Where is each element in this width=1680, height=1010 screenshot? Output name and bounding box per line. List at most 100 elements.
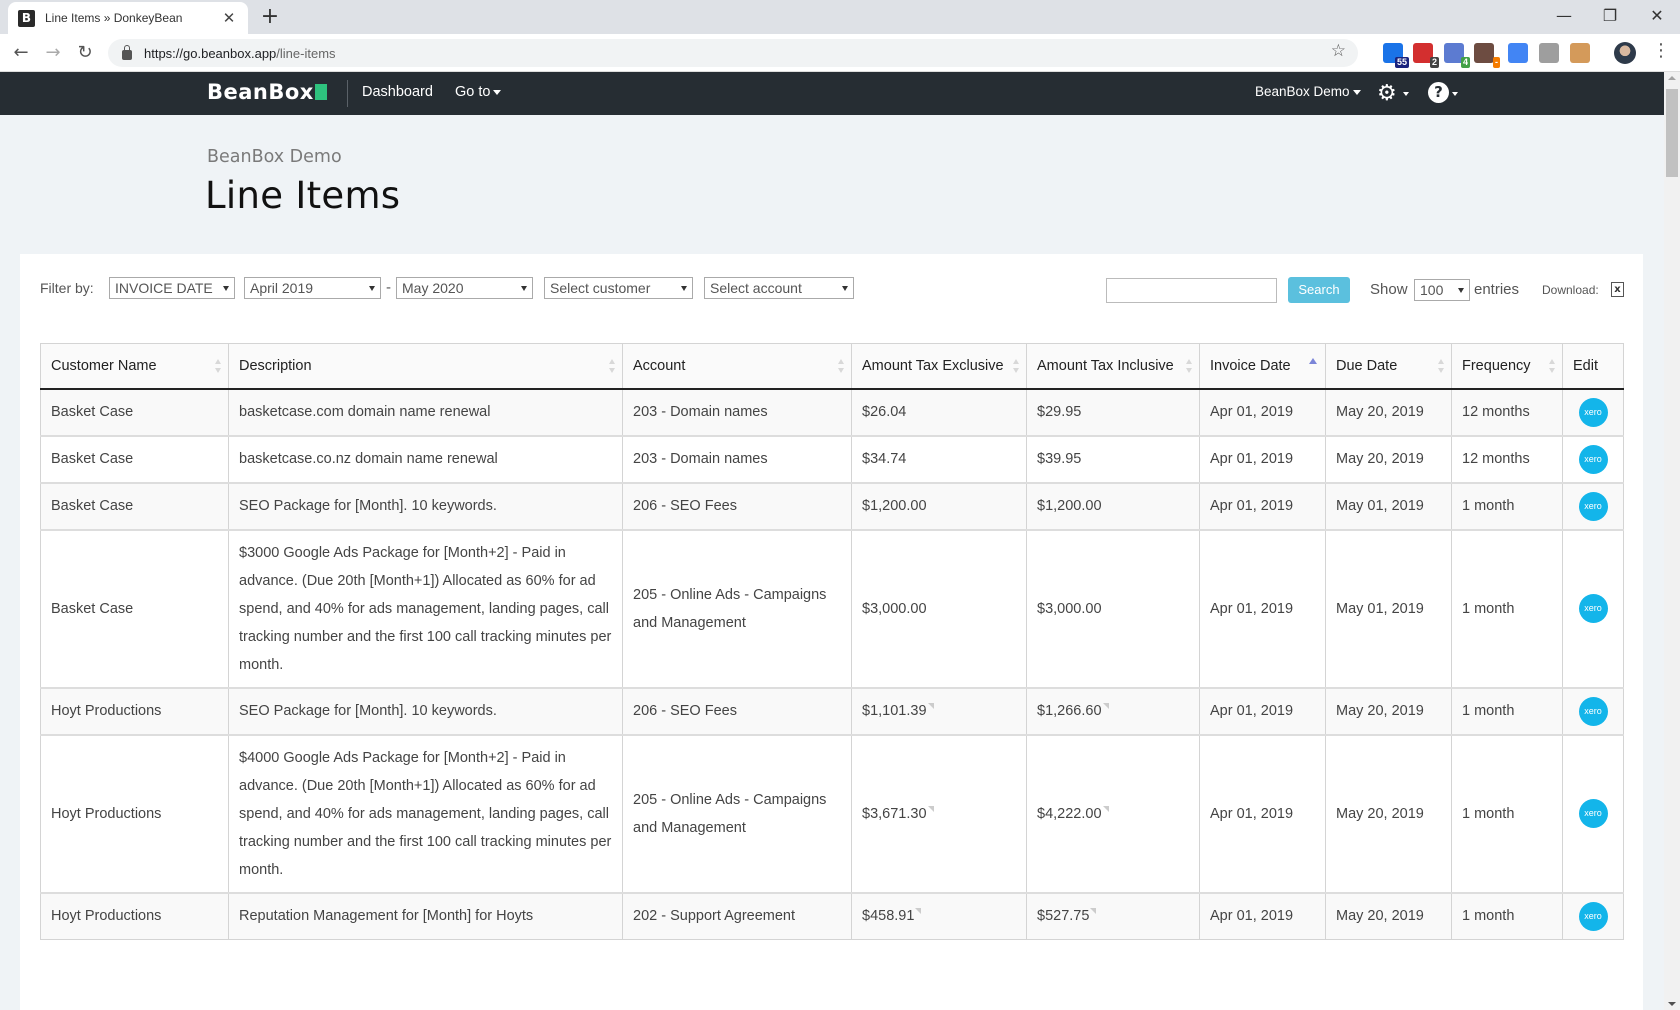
description-value: basketcase.co.nz domain name renewal xyxy=(239,451,498,467)
cell-due-date: May 20, 2019 xyxy=(1325,733,1452,893)
dropdown-arrow-icon xyxy=(1458,288,1464,293)
note-indicator-icon[interactable] xyxy=(1090,908,1097,914)
xero-edit-icon[interactable]: xero xyxy=(1578,696,1608,726)
cell-edit: xero xyxy=(1562,481,1624,530)
cell-description: SEO Package for [Month]. 10 keywords. xyxy=(228,481,623,530)
ext-2-icon[interactable]: 2 xyxy=(1413,43,1439,68)
tab-title: Line Items » DonkeyBean xyxy=(45,11,183,25)
xero-edit-icon[interactable]: xero xyxy=(1578,444,1608,474)
column-header-invoice-date[interactable]: Invoice Date xyxy=(1199,343,1326,390)
excel-file-icon[interactable]: x xyxy=(1611,282,1624,297)
nav-goto-dropdown[interactable]: Go to xyxy=(455,84,502,100)
address-bar[interactable]: https://go.beanbox.app/line-items ☆ xyxy=(108,39,1358,67)
search-button[interactable]: Search xyxy=(1288,277,1350,303)
lock-icon xyxy=(122,44,132,60)
browser-tab-bar: B Line Items » DonkeyBean ✕ + — ❐ ✕ xyxy=(0,0,1680,34)
note-indicator-icon[interactable] xyxy=(1102,703,1109,709)
close-tab-icon[interactable]: ✕ xyxy=(220,9,238,27)
scrollbar-thumb[interactable] xyxy=(1666,89,1678,177)
customer-value: Hoyt Productions xyxy=(51,908,162,924)
column-header-account[interactable]: Account xyxy=(622,343,852,390)
org-menu-dropdown[interactable]: BeanBox Demo xyxy=(1255,84,1361,99)
column-header-customer-name[interactable]: Customer Name xyxy=(40,343,229,390)
cell-edit: xero xyxy=(1562,733,1624,893)
note-indicator-icon[interactable] xyxy=(927,805,934,812)
xero-edit-icon[interactable]: xero xyxy=(1578,799,1608,828)
cell-account: 203 - Domain names xyxy=(622,387,852,436)
minimize-icon[interactable]: — xyxy=(1541,2,1587,30)
ext-6-icon[interactable] xyxy=(1539,43,1559,63)
amount-inc-value: $29.95 xyxy=(1037,404,1082,420)
cell-description: basketcase.co.nz domain name renewal xyxy=(228,434,623,483)
note-indicator-icon[interactable] xyxy=(1102,805,1109,812)
xero-edit-icon[interactable]: xero xyxy=(1578,491,1608,521)
page-size-select[interactable]: 100 xyxy=(1414,279,1470,301)
xero-edit-icon[interactable]: xero xyxy=(1578,901,1608,931)
profile-avatar[interactable] xyxy=(1614,42,1636,64)
scroll-down-icon[interactable] xyxy=(1668,1002,1676,1006)
cell-account: 206 - SEO Fees xyxy=(622,686,852,735)
account-select[interactable]: Select account xyxy=(704,277,854,299)
cell-invoice-date: Apr 01, 2019 xyxy=(1199,686,1326,735)
customer-value: Basket Case xyxy=(51,451,134,467)
cell-amount-ex: $26.04 xyxy=(851,387,1027,436)
customer-select[interactable]: Select customer xyxy=(544,277,693,299)
restore-icon[interactable]: ❐ xyxy=(1587,2,1633,30)
nav-dashboard-link[interactable]: Dashboard xyxy=(362,84,433,100)
ext-7-icon[interactable] xyxy=(1570,43,1590,63)
page-scrollbar[interactable] xyxy=(1664,72,1680,1010)
date-from-select[interactable]: April 2019 xyxy=(244,277,381,299)
extension-badge: 2 xyxy=(1429,57,1439,68)
cell-amount-ex: $3,671.30 xyxy=(851,733,1027,893)
customer-value: Hoyt Productions xyxy=(51,805,162,822)
frequency-value: 1 month xyxy=(1462,703,1515,719)
column-header-due-date[interactable]: Due Date xyxy=(1325,343,1452,390)
table-row: Hoyt Productions Reputation Management fo… xyxy=(40,891,1624,940)
browser-menu-icon[interactable]: ⋮ xyxy=(1652,40,1670,61)
cell-customer: Basket Case xyxy=(40,481,229,530)
forward-icon[interactable]: → xyxy=(40,40,66,66)
date-to-select[interactable]: May 2020 xyxy=(396,277,533,299)
column-header-amount-tax-exclusive[interactable]: Amount Tax Exclusive xyxy=(851,343,1027,390)
ext-3-icon[interactable]: 4 xyxy=(1444,43,1470,68)
column-header-amount-tax-inclusive[interactable]: Amount Tax Inclusive xyxy=(1026,343,1200,390)
filter-type-select[interactable]: INVOICE DATE xyxy=(109,277,235,299)
settings-gear-icon[interactable]: ⚙ xyxy=(1377,81,1397,106)
back-icon[interactable]: ← xyxy=(8,40,34,66)
cell-amount-ex: $458.91 xyxy=(851,891,1027,940)
cell-account: 205 - Online Ads - Campaigns and Managem… xyxy=(622,733,852,893)
cell-amount-ex: $1,101.39 xyxy=(851,686,1027,735)
invoice-date-value: Apr 01, 2019 xyxy=(1210,498,1294,514)
new-tab-icon[interactable]: + xyxy=(258,4,282,29)
browser-tab[interactable]: B Line Items » DonkeyBean ✕ xyxy=(8,2,248,34)
cell-description: SEO Package for [Month]. 10 keywords. xyxy=(228,686,623,735)
sort-icon xyxy=(1548,358,1556,373)
column-header-label: Frequency xyxy=(1462,357,1531,374)
cell-amount-ex: $1,200.00 xyxy=(851,481,1027,530)
bookmark-star-icon[interactable]: ☆ xyxy=(1331,41,1346,61)
column-header-description[interactable]: Description xyxy=(228,343,623,390)
column-header-frequency[interactable]: Frequency xyxy=(1451,343,1563,390)
cell-invoice-date: Apr 01, 2019 xyxy=(1199,387,1326,436)
ext-4-icon[interactable]: - xyxy=(1474,43,1500,68)
beanbox-logo[interactable]: BeanBox xyxy=(207,80,327,104)
search-input[interactable] xyxy=(1106,278,1277,303)
reload-icon[interactable]: ↻ xyxy=(72,40,98,66)
invoice-date-value: Apr 01, 2019 xyxy=(1210,451,1294,467)
cell-due-date: May 20, 2019 xyxy=(1325,387,1452,436)
xero-edit-icon[interactable]: xero xyxy=(1578,397,1608,427)
ext-5-icon[interactable] xyxy=(1508,43,1528,63)
help-icon[interactable]: ? xyxy=(1428,82,1449,103)
scroll-up-icon[interactable] xyxy=(1668,76,1676,80)
cell-customer: Hoyt Productions xyxy=(40,686,229,735)
window-close-icon[interactable]: ✕ xyxy=(1634,2,1680,30)
due-date-value: May 20, 2019 xyxy=(1336,703,1424,719)
ext-1-icon[interactable]: 55 xyxy=(1383,43,1409,68)
xero-edit-icon[interactable]: xero xyxy=(1578,594,1608,623)
amount-inc-value: $3,000.00 xyxy=(1037,600,1102,617)
note-indicator-icon[interactable] xyxy=(927,703,934,709)
cell-due-date: May 20, 2019 xyxy=(1325,434,1452,483)
sort-icon xyxy=(1437,358,1445,373)
cell-description: Reputation Management for [Month] for Ho… xyxy=(228,891,623,940)
note-indicator-icon[interactable] xyxy=(915,908,922,914)
